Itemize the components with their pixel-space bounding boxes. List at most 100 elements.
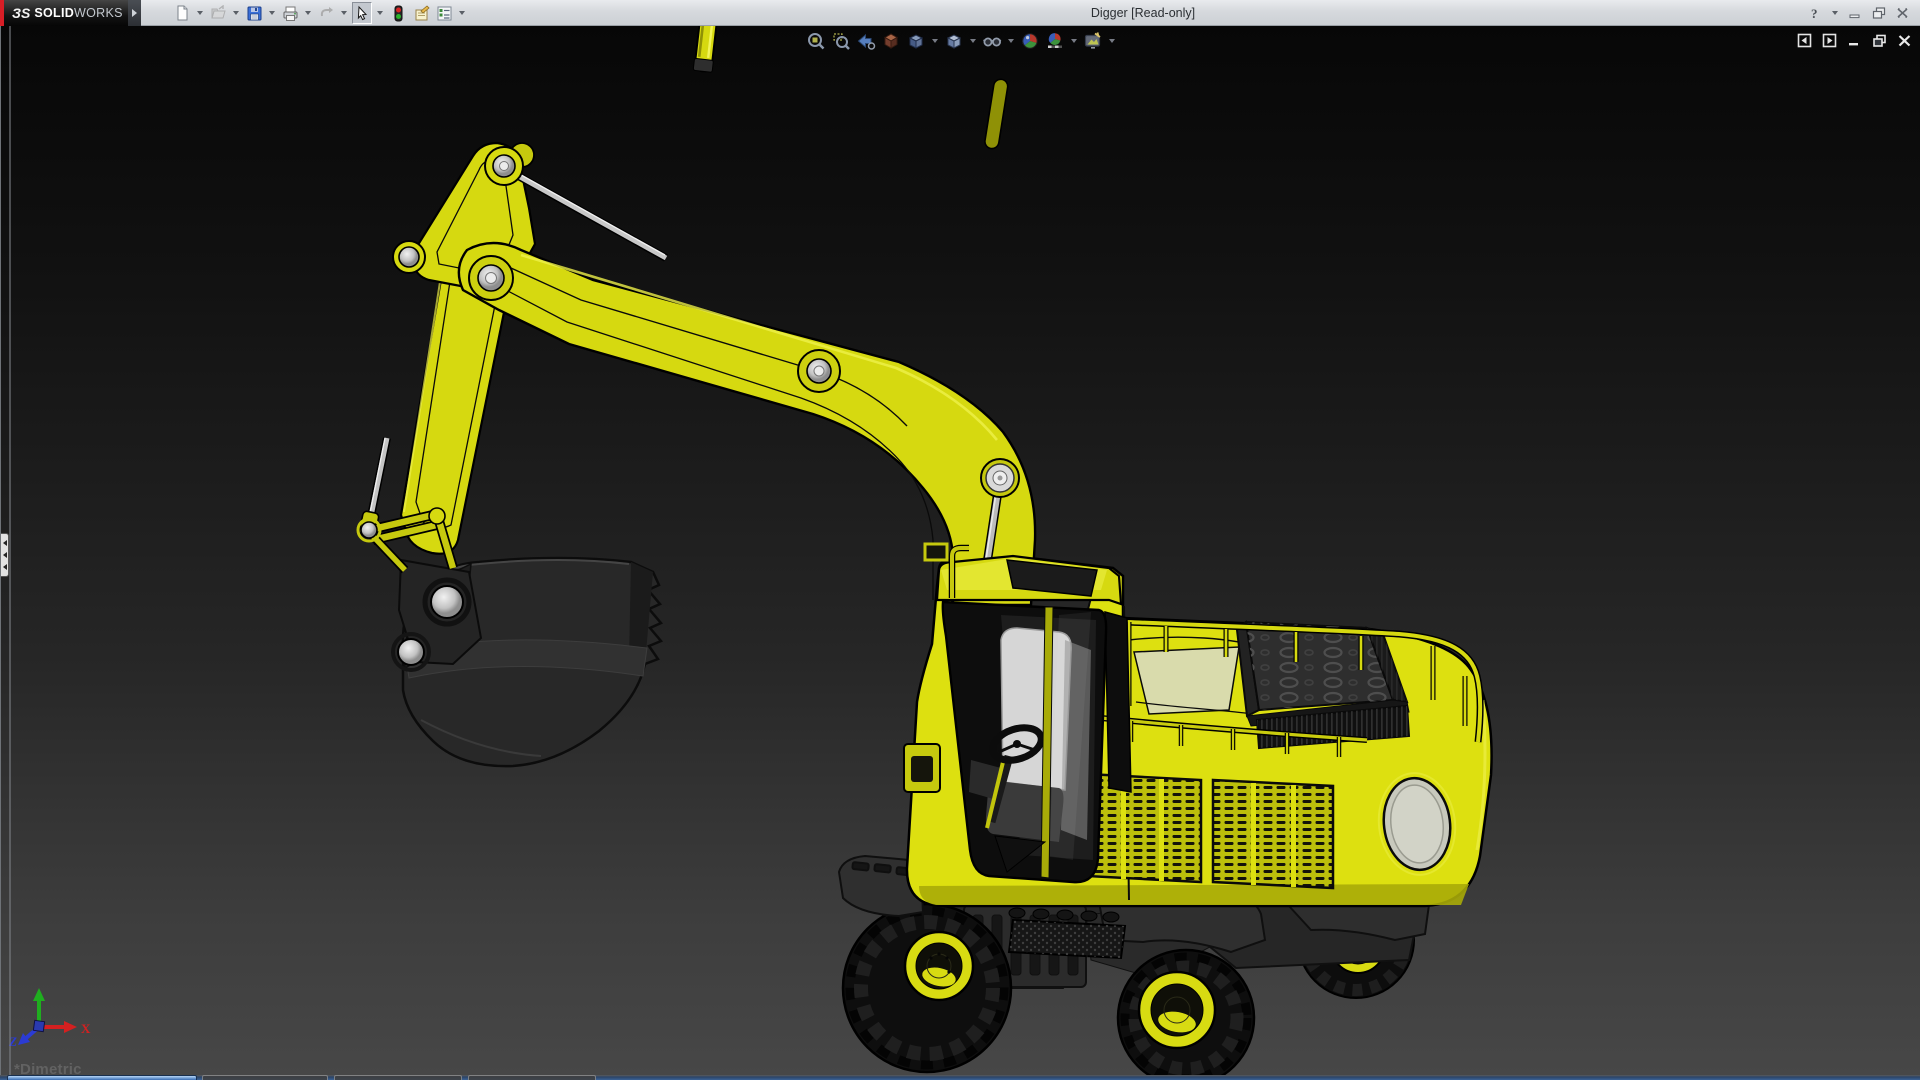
display-style-button[interactable] [944,31,964,51]
zoom-to-area-button[interactable] [831,31,851,51]
collapse-arrow-icon [3,540,7,546]
view-orientation-caret[interactable] [932,39,938,43]
taskbar-active-button-top[interactable] [7,1075,197,1080]
new-document-caret[interactable] [197,11,203,15]
engine-block[interactable] [1237,622,1409,748]
open-button[interactable] [208,2,228,24]
apply-scene-button[interactable] [1045,31,1065,51]
open-icon [210,5,227,22]
view-orientation-icon [906,31,926,51]
document-close-button[interactable] [1896,32,1912,48]
zoom-to-area-icon [831,31,851,51]
help-button[interactable]: ? [1806,4,1824,22]
y-axis-arrow [33,988,45,1001]
close-button[interactable] [1894,4,1912,22]
save-icon [246,5,263,22]
window-title: Digger [Read-only] [1091,6,1195,20]
display-style-caret[interactable] [970,39,976,43]
annotation-button[interactable] [411,2,431,24]
titlebar-window-controls: ? [1806,0,1912,26]
brand-works: WORKS [74,6,123,20]
boom[interactable] [162,26,1035,605]
orientation-triad: X Z [8,988,91,1049]
panel-splitter-line[interactable] [9,26,11,1075]
menu-expand-icon [132,9,137,17]
model-scene[interactable]: X Z [1,26,1920,1075]
x-axis-arrow [64,1021,77,1033]
collapse-arrow-icon [3,564,7,570]
section-view-icon [881,31,901,51]
view-settings-button[interactable] [1083,31,1103,51]
document-minimize-button[interactable] [1846,32,1862,48]
apply-scene-icon [1045,31,1065,51]
hide-show-items-icon [982,31,1002,51]
menu-expand-tab[interactable] [128,0,141,26]
mirror [925,544,947,560]
zoom-to-fit-icon [806,31,826,51]
panel-splitter-tab[interactable] [1,533,9,577]
solidworks-logo: ЗS SOLIDWORKS [4,0,128,26]
undo-button[interactable] [316,2,336,24]
options-checklist-icon [436,5,453,22]
wheel-rear-left[interactable] [1118,950,1254,1075]
restore-icon [1871,5,1887,21]
svg-text:?: ? [1811,6,1818,21]
save-button[interactable] [244,2,264,24]
open-caret[interactable] [233,11,239,15]
zoom-to-fit-button[interactable] [806,31,826,51]
pane-toggle-left-button[interactable] [1796,32,1812,48]
brand-glyph: ЗS [12,5,30,21]
x-axis-label: X [81,1021,91,1036]
apply-scene-caret[interactable] [1071,39,1077,43]
bucket-linkage[interactable] [358,508,481,670]
select-button[interactable] [352,2,372,24]
title-bar: ЗS SOLIDWORKS Digger [Read-only] [0,0,1920,26]
pane-toggle-right-button[interactable] [1821,32,1837,48]
save-caret[interactable] [269,11,275,15]
section-view-button[interactable] [881,31,901,51]
collapse-arrow-icon [3,552,7,558]
close-icon [1895,5,1911,21]
options-checklist-button[interactable] [434,2,454,24]
print-button[interactable] [280,2,300,24]
new-document-icon [174,5,191,22]
pane-toggle-left-icon [1797,33,1812,48]
wheel-front-left[interactable] [843,904,1011,1072]
document-close-icon [1897,33,1912,48]
document-minimize-icon [1847,33,1862,48]
print-icon [282,5,299,22]
select-caret[interactable] [377,11,383,15]
annotation-icon [413,5,430,22]
triad-origin [33,1020,44,1031]
taskbar-edge[interactable] [0,1075,1920,1080]
edit-appearance-button[interactable] [1020,31,1040,51]
select-cursor-icon [354,5,371,22]
undo-caret[interactable] [341,11,347,15]
restore-button[interactable] [1870,4,1888,22]
new-document-button[interactable] [172,2,192,24]
minimize-icon [1847,5,1863,21]
help-icon: ? [1807,5,1823,21]
view-orientation-button[interactable] [906,31,926,51]
display-style-icon [944,31,964,51]
previous-view-icon [856,31,876,51]
document-window-controls [1796,32,1912,48]
previous-view-button[interactable] [856,31,876,51]
taskbar-button-top[interactable] [468,1075,596,1080]
taskbar-button-top[interactable] [202,1075,328,1080]
edit-appearance-icon [1020,31,1040,51]
pane-toggle-right-icon [1822,33,1837,48]
document-restore-button[interactable] [1871,32,1887,48]
help-menu-caret[interactable] [1832,11,1838,15]
print-caret[interactable] [305,11,311,15]
standard-toolbar [172,0,467,26]
stoplight-button[interactable] [388,2,408,24]
minimize-button[interactable] [1846,4,1864,22]
view-settings-caret[interactable] [1109,39,1115,43]
brand-solid: SOLID [34,6,74,20]
graphics-area[interactable]: X Z [0,26,1920,1075]
options-caret[interactable] [459,11,465,15]
taskbar-button-top[interactable] [334,1075,462,1080]
hide-show-items-caret[interactable] [1008,39,1014,43]
hide-show-items-button[interactable] [982,31,1002,51]
